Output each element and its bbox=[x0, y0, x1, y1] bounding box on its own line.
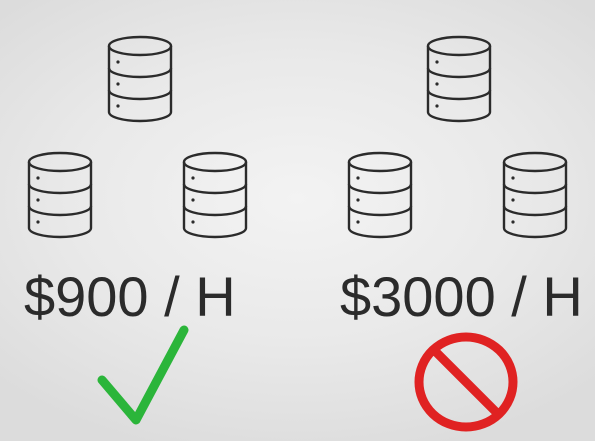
database-icon bbox=[181, 150, 249, 240]
database-icon bbox=[501, 150, 569, 240]
database-icon bbox=[26, 150, 94, 240]
check-icon bbox=[96, 324, 190, 428]
price-label-right: $3000 / H bbox=[340, 265, 583, 328]
database-icon bbox=[106, 34, 174, 124]
database-icon bbox=[425, 34, 493, 124]
prohibited-icon bbox=[412, 330, 520, 434]
comparison-scene: $900 / H $3000 / H bbox=[0, 0, 595, 441]
price-label-left: $900 / H bbox=[24, 265, 236, 328]
database-icon bbox=[346, 150, 414, 240]
